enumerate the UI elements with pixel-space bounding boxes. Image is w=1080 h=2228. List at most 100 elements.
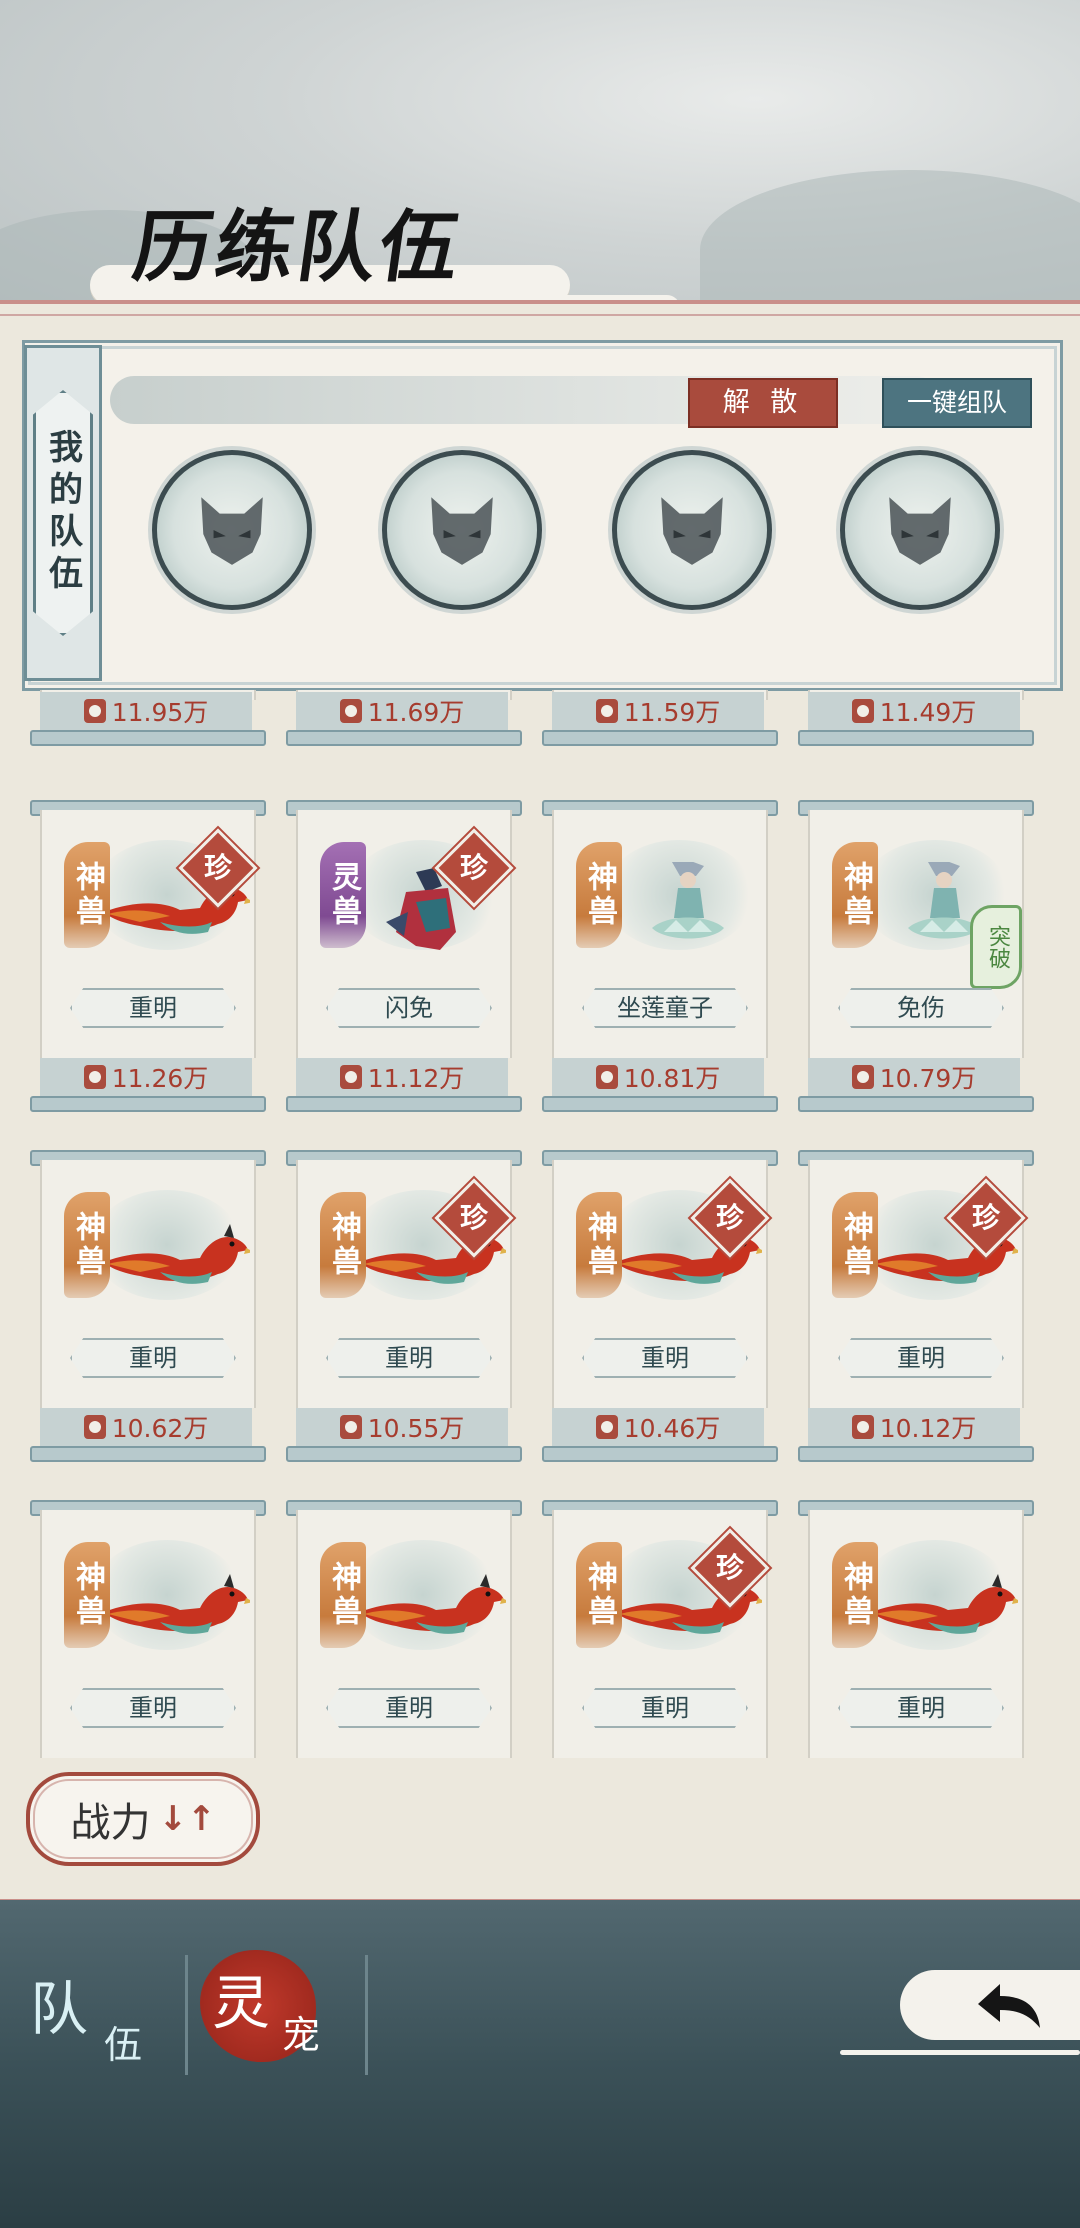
pet-power: 10.55万 (296, 1408, 508, 1446)
card-rod (798, 730, 1034, 746)
team-slot[interactable] (840, 450, 1000, 610)
card-body: 神兽坐莲童子 (552, 810, 768, 1058)
card-rod (30, 730, 266, 746)
page-title: 历练队伍 (127, 202, 469, 293)
power-icon (83, 699, 106, 723)
pet-name: 重明 (70, 1338, 236, 1378)
phoenix-icon (872, 1574, 1018, 1634)
pet-power: 11.12万 (296, 1058, 508, 1096)
pet-name: 重明 (838, 1688, 1004, 1728)
power-icon (595, 1065, 618, 1089)
pet-power: 11.49万 (808, 692, 1020, 730)
team-slot[interactable] (612, 450, 772, 610)
card-rod (286, 1446, 522, 1462)
team-slot[interactable] (152, 450, 312, 610)
card-rod (30, 1096, 266, 1112)
tier-badge: 神兽 (320, 1192, 366, 1298)
power-icon (851, 1065, 874, 1089)
breakthrough-badge: 突破 (970, 905, 1022, 989)
pet-power: 11.59万 (552, 692, 764, 730)
phoenix-icon (360, 1574, 506, 1634)
pet-name: 坐莲童子 (582, 988, 748, 1028)
card-body: 灵兽珍闪免 (296, 810, 514, 1058)
pet-power: 11.95万 (40, 692, 252, 730)
card-body: 神兽珍重明 (296, 1160, 514, 1408)
tier-badge: 神兽 (832, 1542, 878, 1648)
card-body: 神兽珍重明 (808, 1160, 1026, 1408)
pet-grid: 11.95万 11.69万 11.59万 11.49万 神兽珍重明 11.26万 灵兽珍闪免… (22, 690, 1057, 1760)
card-rod (30, 1446, 266, 1462)
card-body: 神兽珍重明 (552, 1510, 770, 1758)
auto-team-button[interactable]: 一键组队 (882, 378, 1032, 428)
tier-badge: 灵兽 (320, 842, 366, 948)
pet-name: 闪免 (326, 988, 492, 1028)
card-rod (542, 1446, 778, 1462)
card-body: 神兽重明 (40, 1510, 256, 1758)
pet-power: 10.79万 (808, 1058, 1020, 1096)
pet-name: 重明 (582, 1338, 748, 1378)
card-rod (798, 1446, 1034, 1462)
card-body: 神兽突破 免伤 (808, 810, 1024, 1058)
empty-slot-icon (431, 497, 493, 565)
pet-name: 重明 (582, 1688, 748, 1728)
power-icon (339, 699, 362, 723)
tier-badge: 神兽 (576, 1192, 622, 1298)
card-rod (286, 1096, 522, 1112)
tab-team[interactable]: 队 伍 (30, 1962, 170, 2067)
my-team-label: 我的队伍 (33, 390, 93, 636)
power-icon (595, 1415, 618, 1439)
card-body: 神兽珍重明 (552, 1160, 770, 1408)
tab-pet[interactable]: 灵 宠 (200, 1950, 330, 2070)
tab-team-big: 队 (30, 1975, 89, 2043)
pet-power: 10.12万 (808, 1408, 1020, 1446)
pet-power: 10.46万 (552, 1408, 764, 1446)
tier-badge: 神兽 (832, 842, 878, 948)
power-icon (339, 1415, 362, 1439)
tab-divider (365, 1955, 368, 2075)
back-line (840, 2050, 1080, 2055)
lotus-child-icon (652, 862, 724, 939)
phoenix-icon (104, 1224, 250, 1284)
pet-name: 重明 (326, 1338, 492, 1378)
back-button[interactable] (840, 1950, 1080, 2060)
tier-badge: 神兽 (576, 1542, 622, 1648)
card-body: 神兽重明 (40, 1160, 256, 1408)
card-rod (542, 730, 778, 746)
tier-badge: 神兽 (64, 842, 110, 948)
power-icon (595, 699, 618, 723)
power-icon (83, 1415, 106, 1439)
pet-name: 免伤 (838, 988, 1004, 1028)
tier-badge: 神兽 (832, 1192, 878, 1298)
tier-badge: 神兽 (320, 1542, 366, 1648)
sort-arrows-icon: ↓↑ (158, 1799, 216, 1839)
empty-slot-icon (661, 497, 723, 565)
tier-badge: 神兽 (576, 842, 622, 948)
card-rod (542, 1096, 778, 1112)
power-icon (83, 1065, 106, 1089)
pet-name: 重明 (70, 1688, 236, 1728)
tab-team-small: 伍 (104, 2023, 143, 2067)
card-rod (798, 1096, 1034, 1112)
tab-pet-big: 灵 (212, 1969, 271, 2037)
dissolve-button[interactable]: 解 散 (688, 378, 838, 428)
card-body: 神兽重明 (808, 1510, 1024, 1758)
sort-label: 战力 (70, 1800, 151, 1846)
power-icon (851, 699, 874, 723)
power-icon (339, 1065, 362, 1089)
tier-badge: 神兽 (64, 1542, 110, 1648)
pet-name: 重明 (70, 988, 236, 1028)
power-icon (851, 1415, 874, 1439)
tab-divider (185, 1955, 188, 2075)
card-body: 神兽珍重明 (40, 810, 258, 1058)
pet-name: 重明 (326, 1688, 492, 1728)
back-arrow-icon (978, 1984, 1040, 2028)
team-slot[interactable] (382, 450, 542, 610)
pet-power: 10.62万 (40, 1408, 252, 1446)
empty-slot-icon (889, 497, 951, 565)
card-rod (286, 730, 522, 746)
tier-badge: 神兽 (64, 1192, 110, 1298)
pet-power: 11.26万 (40, 1058, 252, 1096)
sort-by-power-button[interactable]: 战力 ↓↑ (26, 1772, 260, 1866)
phoenix-icon (104, 1574, 250, 1634)
card-body: 神兽重明 (296, 1510, 512, 1758)
